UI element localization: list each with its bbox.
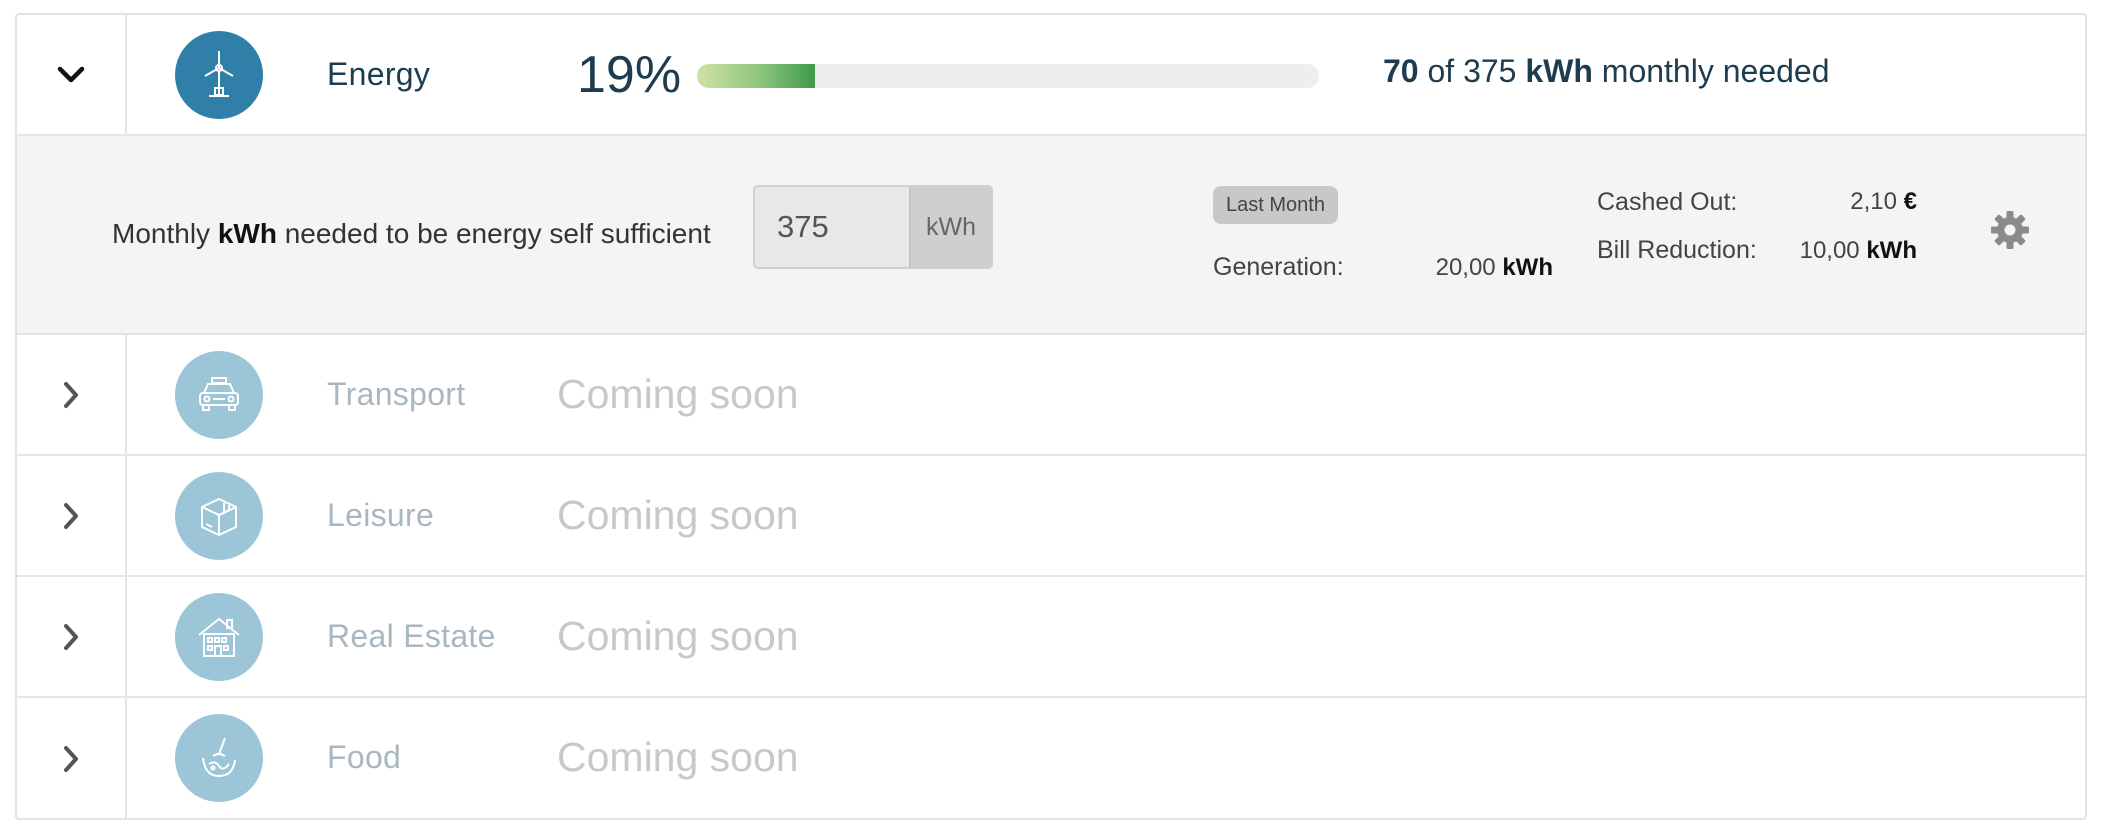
category-label: Real Estate — [327, 618, 496, 654]
generation-value: 20,00 kWh — [1397, 254, 1553, 282]
kwh-unit-addon: kWh — [909, 187, 991, 267]
bill-reduction-unit: kWh — [1866, 237, 1917, 264]
categories-panel: Energy 19% 70 of 375 kWh monthly needed … — [15, 13, 2087, 820]
bill-reduction-label: Bill Reduction: — [1597, 236, 1757, 264]
energy-percent: 19% — [577, 46, 682, 104]
needed-current: 70 — [1383, 53, 1419, 89]
box-icon — [175, 472, 263, 560]
chevron-right-icon — [64, 502, 78, 529]
energy-progress-fill — [697, 64, 816, 88]
monthly-prefix: Monthly — [112, 218, 211, 249]
category-row-leisure[interactable]: Leisure Coming soon — [17, 456, 2085, 577]
category-label: Leisure — [327, 497, 435, 533]
chevron-right-icon — [64, 623, 78, 650]
gear-icon[interactable] — [1990, 210, 2030, 250]
energy-row[interactable]: Energy 19% 70 of 375 kWh monthly needed — [17, 15, 2085, 136]
cashed-out-unit: € — [1903, 188, 1917, 215]
cashed-out-number: 2,10 — [1850, 188, 1897, 215]
category-label: Food — [327, 739, 402, 775]
monthly-kwh-input[interactable] — [755, 187, 909, 267]
category-label: Transport — [327, 376, 466, 412]
category-row-transport[interactable]: Transport Coming soon — [17, 335, 2085, 456]
category-row-food[interactable]: Food Coming soon — [17, 698, 2085, 818]
wind-turbine-icon — [175, 31, 263, 119]
monthly-suffix: needed to be energy self sufficient — [284, 218, 711, 249]
expand-toggle[interactable] — [17, 456, 127, 575]
energy-progress-bar — [697, 64, 1319, 88]
food-icon — [175, 714, 263, 802]
needed-suffix: monthly needed — [1601, 53, 1830, 89]
category-row-real-estate[interactable]: Real Estate Coming soon — [17, 577, 2085, 698]
coming-soon-text: Coming soon — [557, 734, 799, 780]
energy-needed-text: 70 of 375 kWh monthly needed — [1383, 53, 1830, 90]
monthly-unit: kWh — [217, 218, 277, 249]
generation-label: Generation: — [1213, 253, 1344, 281]
energy-label: Energy — [327, 56, 431, 92]
needed-of: of 375 — [1427, 53, 1517, 89]
cashed-out-value: 2,10 € — [1777, 188, 1917, 216]
coming-soon-text: Coming soon — [557, 613, 799, 659]
cashed-out-label: Cashed Out: — [1597, 188, 1738, 216]
last-month-badge: Last Month — [1213, 186, 1338, 224]
generation-number: 20,00 — [1435, 254, 1496, 281]
chevron-right-icon — [64, 381, 78, 408]
generation-unit: kWh — [1502, 254, 1553, 281]
energy-detail: Monthly kWh needed to be energy self suf… — [17, 136, 2085, 335]
car-icon — [175, 351, 263, 439]
chevron-down-icon — [57, 66, 85, 82]
expand-toggle[interactable] — [17, 577, 127, 696]
expand-toggle[interactable] — [17, 698, 127, 818]
house-icon — [175, 593, 263, 681]
coming-soon-text: Coming soon — [557, 371, 799, 417]
monthly-kwh-field: kWh — [753, 185, 993, 269]
collapse-toggle[interactable] — [17, 15, 127, 134]
expand-toggle[interactable] — [17, 335, 127, 454]
needed-unit: kWh — [1525, 53, 1593, 89]
chevron-right-icon — [64, 745, 78, 772]
bill-reduction-number: 10,00 — [1799, 237, 1860, 264]
coming-soon-text: Coming soon — [557, 492, 799, 538]
monthly-needed-label: Monthly kWh needed to be energy self suf… — [112, 218, 711, 250]
bill-reduction-value: 10,00 kWh — [1777, 237, 1917, 265]
